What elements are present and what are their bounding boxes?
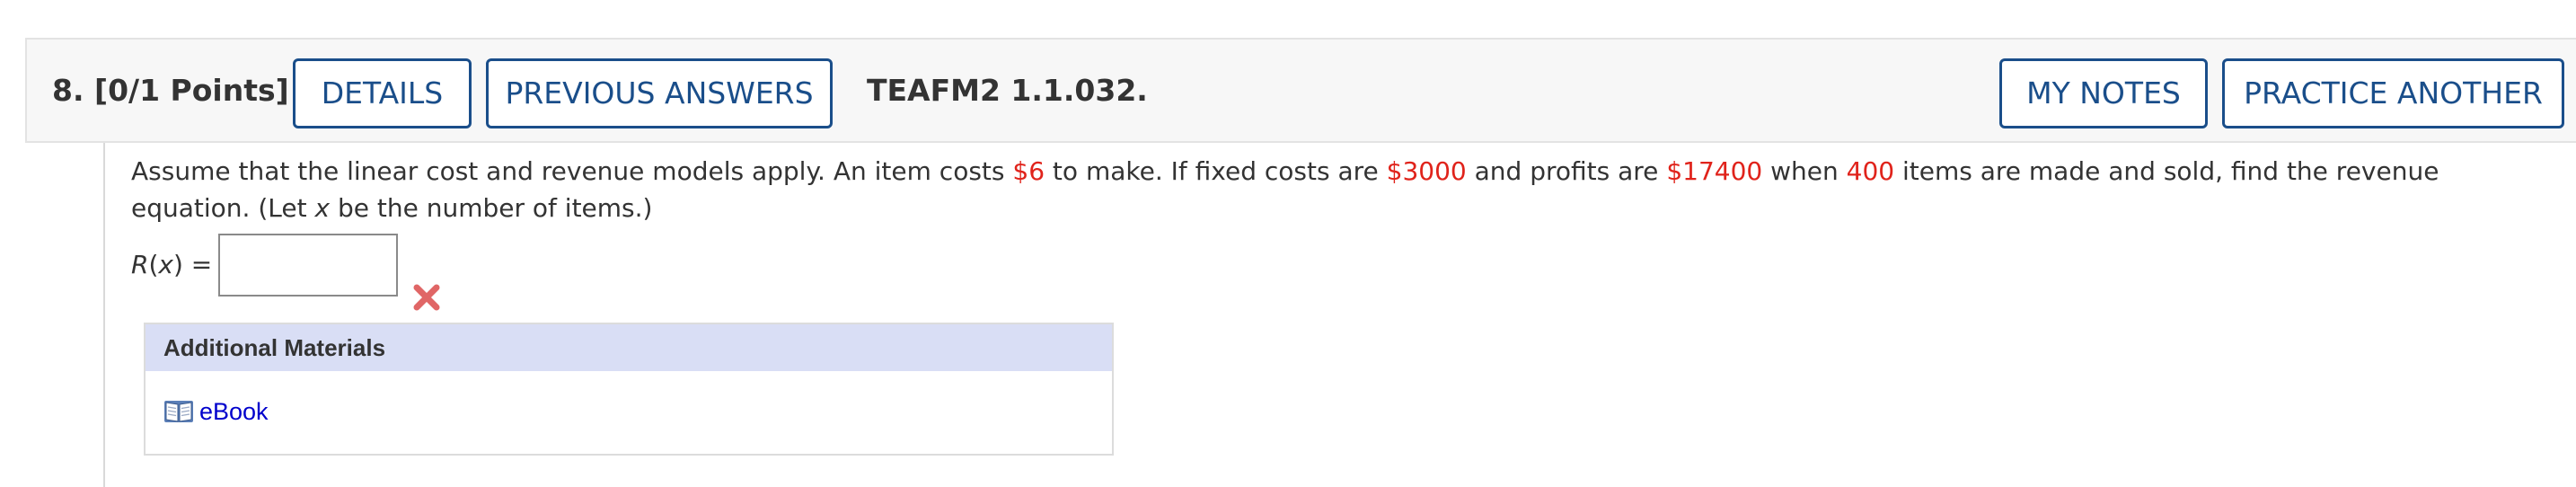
my-notes-button[interactable]: MY NOTES	[1999, 58, 2208, 128]
variable-x: x	[314, 193, 331, 223]
revenue-equation-input[interactable]	[218, 234, 398, 297]
question-text-part4: when	[1762, 156, 1847, 186]
ebook-link[interactable]: eBook	[163, 396, 269, 427]
previous-answers-button[interactable]: PREVIOUS ANSWERS	[486, 58, 833, 128]
book-icon	[164, 401, 193, 422]
question-code: TEAFM2 1.1.032.	[867, 73, 1148, 108]
question-number-label: 8.	[52, 73, 84, 108]
ebook-label[interactable]: eBook	[199, 398, 269, 426]
question-left-rule	[103, 143, 105, 487]
item-cost-value: $6	[1012, 156, 1045, 186]
additional-materials-panel: Additional Materials eBook	[144, 323, 1114, 456]
question-text-part1: Assume that the linear cost and revenue …	[131, 156, 1013, 186]
additional-materials-heading: Additional Materials	[146, 324, 1112, 371]
profits-value: $17400	[1666, 156, 1763, 186]
question-text-part6: be the number of items.)	[330, 193, 653, 223]
answer-label-var: x	[158, 250, 173, 279]
fixed-costs-value: $3000	[1386, 156, 1467, 186]
answer-label-fn: R	[131, 250, 149, 279]
question-text-part3: and profits are	[1466, 156, 1667, 186]
question-header: 8. [0/1 Points] DETAILS PREVIOUS ANSWERS…	[25, 38, 2576, 143]
answer-label-prefix-paren: (	[148, 250, 159, 279]
answer-label-suffix: ) =	[172, 250, 213, 279]
question-page: 8. [0/1 Points] DETAILS PREVIOUS ANSWERS…	[0, 0, 2576, 487]
practice-another-button[interactable]: PRACTICE ANOTHER	[2222, 58, 2564, 128]
details-button[interactable]: DETAILS	[293, 58, 472, 128]
items-value: 400	[1846, 156, 1895, 186]
question-number: 8. [0/1 Points]	[52, 40, 289, 141]
question-text-part2: to make. If fixed costs are	[1045, 156, 1387, 186]
incorrect-x-icon	[413, 284, 440, 311]
question-points: [0/1 Points]	[94, 73, 289, 108]
answer-label: R(x) =	[131, 234, 212, 297]
question-text: Assume that the linear cost and revenue …	[131, 153, 2538, 226]
